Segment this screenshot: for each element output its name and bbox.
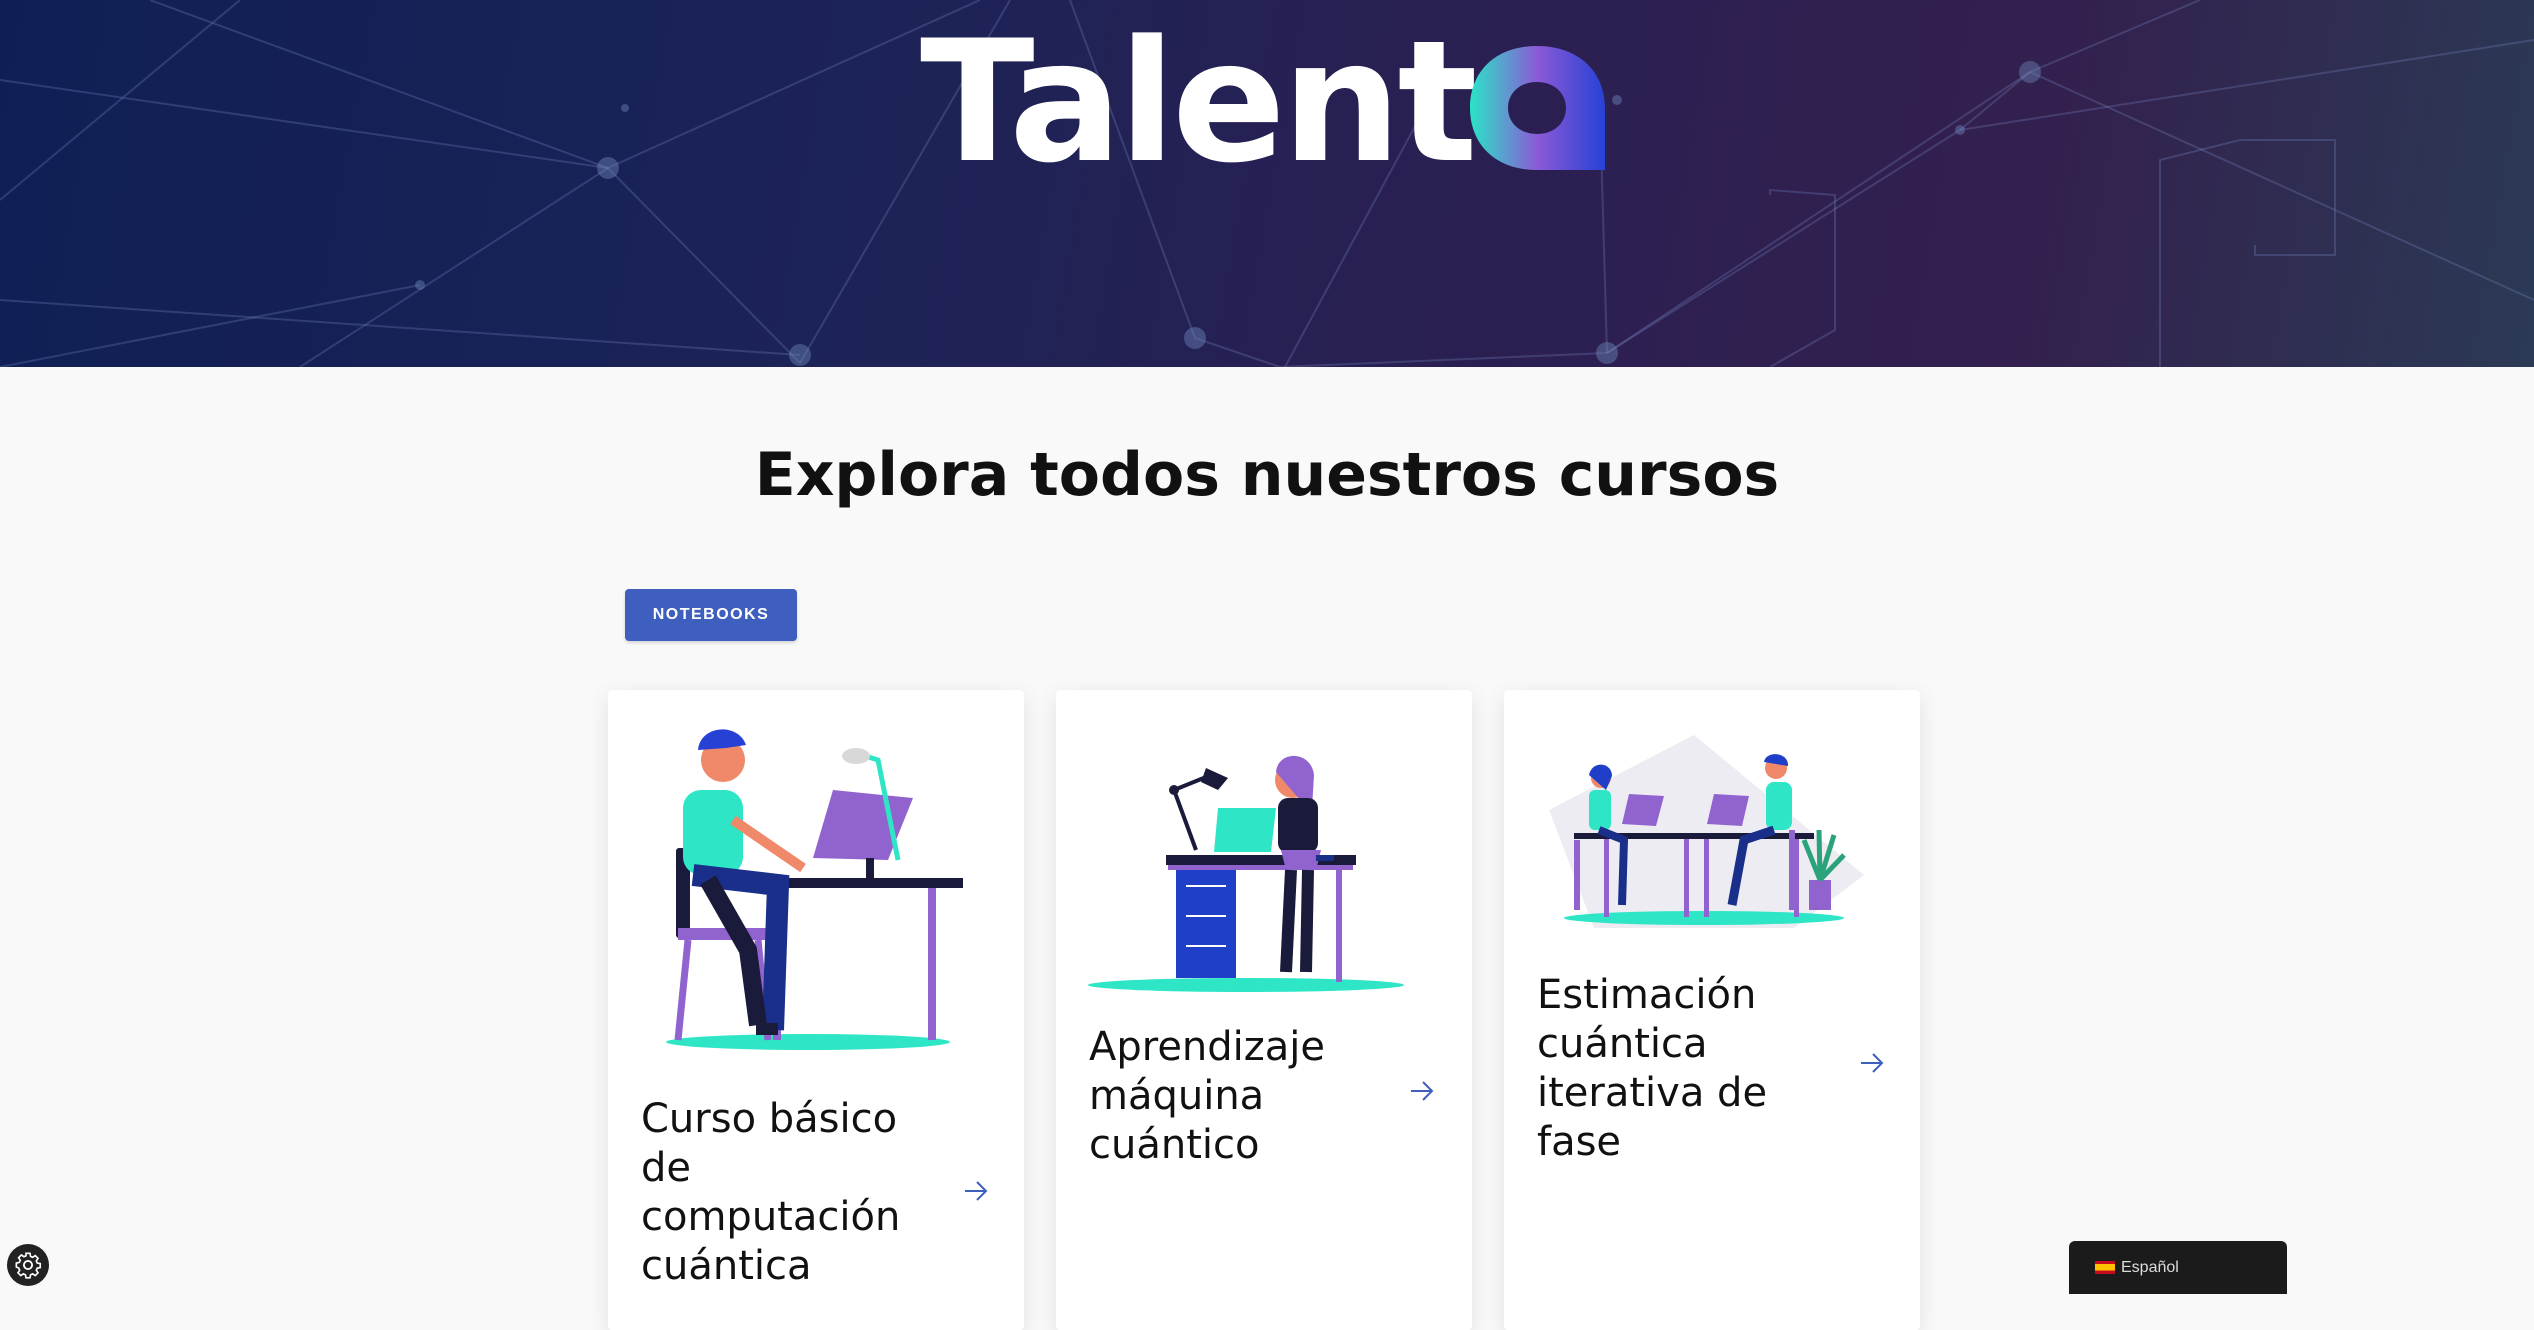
logo-q-mark bbox=[1470, 46, 1605, 170]
woman-at-laptop-illustration bbox=[1088, 755, 1404, 992]
course-card[interactable]: Curso básico de computación cuántica bbox=[608, 690, 1024, 1330]
course-title[interactable]: Estimación cuántica iterativa de fase bbox=[1537, 971, 1837, 1167]
spain-flag-icon bbox=[2095, 1261, 2115, 1274]
filter-notebooks-button[interactable]: NOTEBOOKS bbox=[625, 589, 797, 641]
arrow-right-icon[interactable] bbox=[963, 1180, 989, 1202]
gear-icon bbox=[15, 1252, 42, 1279]
course-title[interactable]: Curso básico de computación cuántica bbox=[641, 1095, 941, 1291]
language-label: Español bbox=[2121, 1258, 2179, 1276]
page-heading: Explora todos nuestros cursos bbox=[754, 440, 1780, 510]
cookie-settings-button[interactable] bbox=[7, 1244, 49, 1286]
logo-text: Talent bbox=[920, 4, 1478, 200]
course-card[interactable]: Aprendizaje máquina cuántico bbox=[1056, 690, 1472, 1330]
arrow-right-icon[interactable] bbox=[1859, 1052, 1885, 1074]
course-title[interactable]: Aprendizaje máquina cuántico bbox=[1089, 1023, 1389, 1170]
two-people-at-computers-illustration bbox=[1549, 735, 1864, 928]
hero-banner: Talent bbox=[0, 0, 2534, 367]
language-switcher[interactable]: Español bbox=[2069, 1241, 2287, 1294]
talentq-logo[interactable]: Talent bbox=[0, 0, 2534, 367]
course-card[interactable]: Estimación cuántica iterativa de fase bbox=[1504, 690, 1920, 1330]
man-at-computer-illustration bbox=[666, 729, 963, 1050]
arrow-right-icon[interactable] bbox=[1409, 1080, 1435, 1102]
